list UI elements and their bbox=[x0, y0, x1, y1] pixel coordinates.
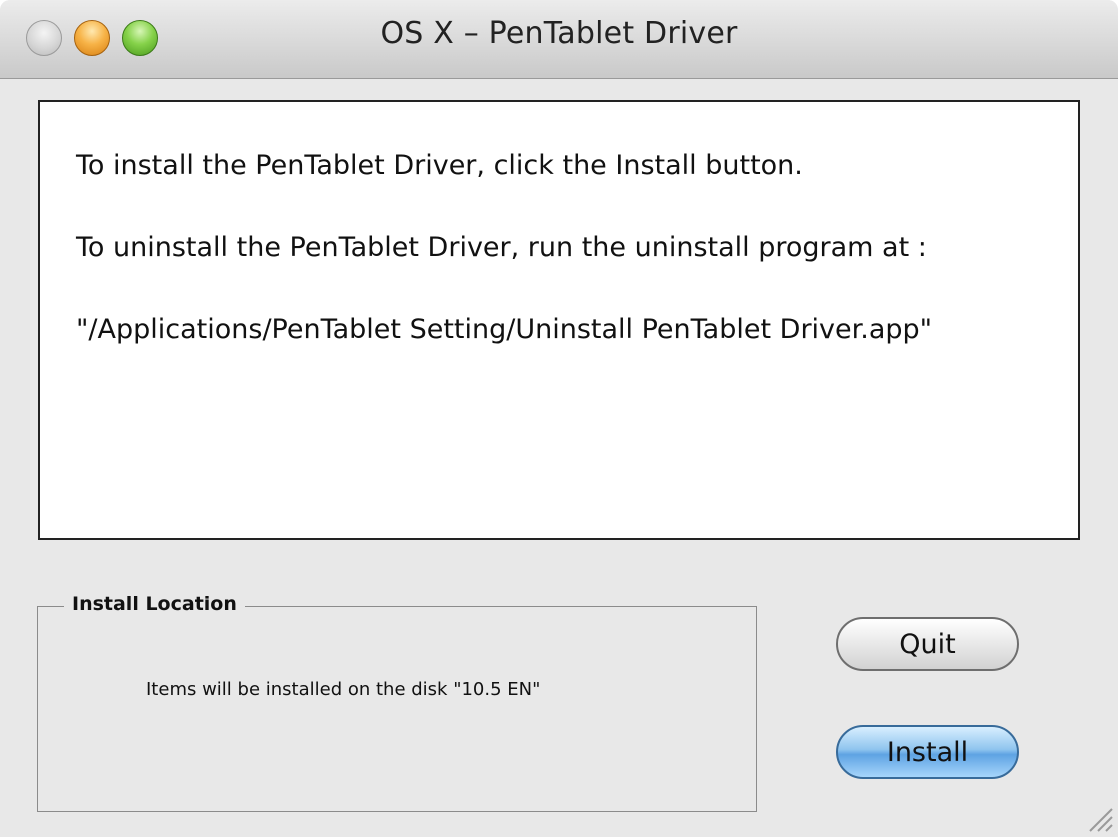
uninstall-instruction-text: To uninstall the PenTablet Driver, run t… bbox=[76, 232, 927, 263]
install-location-group: Install Location Items will be installed… bbox=[37, 593, 757, 812]
resize-grip-icon[interactable] bbox=[1086, 805, 1114, 833]
quit-button[interactable]: Quit bbox=[836, 617, 1019, 671]
uninstall-path-text: "/Applications/PenTablet Setting/Uninsta… bbox=[76, 314, 933, 345]
install-instruction-text: To install the PenTablet Driver, click t… bbox=[76, 150, 803, 181]
install-location-label: Install Location bbox=[64, 593, 245, 615]
quit-button-label: Quit bbox=[899, 628, 956, 660]
title-bar[interactable]: OS X – PenTablet Driver bbox=[0, 0, 1118, 79]
install-button[interactable]: Install bbox=[836, 725, 1019, 779]
message-panel: To install the PenTablet Driver, click t… bbox=[38, 100, 1080, 540]
installer-window: OS X – PenTablet Driver To install the P… bbox=[0, 0, 1118, 837]
window-title: OS X – PenTablet Driver bbox=[380, 16, 738, 51]
install-location-text: Items will be installed on the disk "10.… bbox=[146, 679, 541, 700]
install-button-label: Install bbox=[886, 736, 969, 768]
